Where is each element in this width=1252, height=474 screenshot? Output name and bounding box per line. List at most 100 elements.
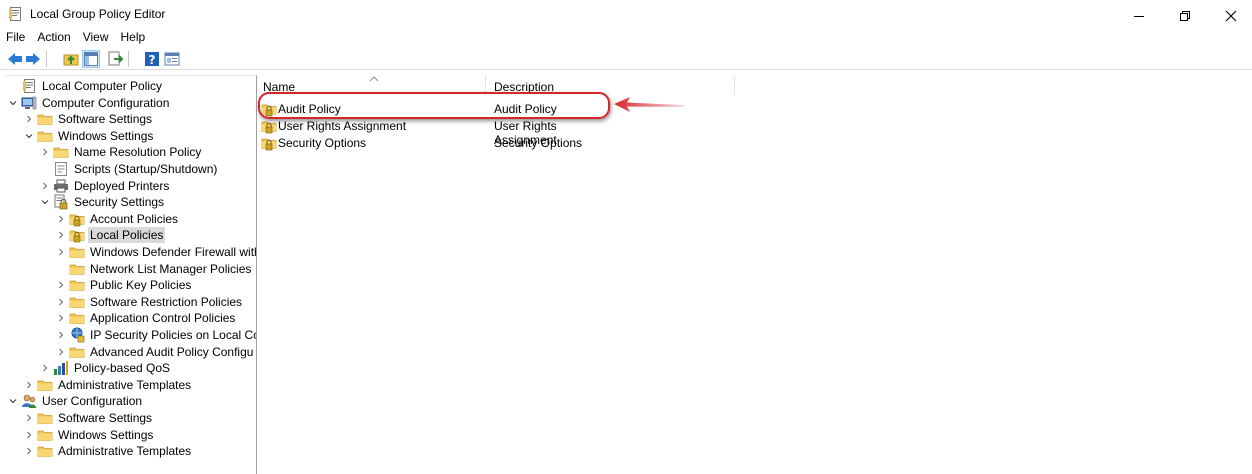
computer-icon [21,95,37,111]
properties-button[interactable] [163,50,181,68]
show-hide-tree-icon [84,52,98,66]
column-divider[interactable] [734,75,735,95]
tree-item-ip-security-policies-on-local-co[interactable]: IP Security Policies on Local Co [55,327,256,343]
chevron-right-icon[interactable] [55,294,67,310]
console-tree[interactable]: Local Computer Policy Computer Configurat… [5,75,257,474]
chevron-down-icon[interactable] [23,128,35,144]
tree-item-local-policies[interactable]: Local Policies [55,227,166,244]
folder-icon [37,443,53,459]
tree-item-deployed-printers[interactable]: Deployed Printers [39,178,171,194]
locked-folder-icon [69,211,85,227]
tree-item-software-settings[interactable]: Software Settings [23,111,154,127]
help-button[interactable]: ? [143,50,161,68]
tree-item-label: User Configuration [42,394,143,409]
list-item-name: User Rights Assignment [278,119,407,133]
chevron-right-icon[interactable] [23,377,35,393]
chevron-down-icon[interactable] [7,95,19,111]
chevron-right-icon[interactable] [55,211,67,227]
printer-icon [53,178,69,194]
restore-button[interactable] [1162,0,1208,30]
tree-item-network-list-manager-policies[interactable]: Network List Manager Policies [55,261,253,277]
list-item-security-options[interactable]: Security Options Security Options [259,134,619,151]
tree-item-windows-settings[interactable]: Windows Settings [23,427,155,443]
tree-item-advanced-audit-policy-configu[interactable]: Advanced Audit Policy Configu [55,344,255,360]
up-one-level-button[interactable] [62,50,80,68]
no-expander [7,78,19,94]
back-button[interactable] [6,50,24,68]
tree-item-account-policies[interactable]: Account Policies [55,211,180,227]
folder-icon [69,244,85,260]
chevron-right-icon[interactable] [55,344,67,360]
tree-item-windows-defender-firewall-with[interactable]: Windows Defender Firewall with [55,244,257,260]
tree-item-software-restriction-policies[interactable]: Software Restriction Policies [55,294,244,310]
menu-view[interactable]: View [77,28,115,46]
tree-item-administrative-templates[interactable]: Administrative Templates [23,443,193,459]
users-icon [21,393,37,409]
window-title: Local Group Policy Editor [30,7,166,21]
tree-item-security-settings[interactable]: Security Settings [39,194,166,210]
forward-arrow-icon [26,53,40,65]
minimize-button[interactable] [1116,0,1162,30]
tree-item-label: Administrative Templates [58,444,192,459]
tree-item-name-resolution-policy[interactable]: Name Resolution Policy [39,144,203,160]
column-header-name[interactable]: Name [263,75,295,94]
tree-item-label: Name Resolution Policy [74,145,202,160]
column-header-description[interactable]: Description [494,75,554,94]
chevron-right-icon[interactable] [23,410,35,426]
menu-file[interactable]: File [0,28,31,46]
app-icon [9,7,23,24]
locked-folder-icon [261,135,277,154]
tree-item-public-key-policies[interactable]: Public Key Policies [55,277,193,293]
chevron-right-icon[interactable] [55,244,67,260]
tree-item-label: Advanced Audit Policy Configu [90,344,254,359]
tree-item-computer-configuration[interactable]: Computer Configuration [7,95,171,111]
details-pane[interactable]: Name Description Audit Policy Audit Polic… [259,75,1252,474]
chevron-right-icon[interactable] [55,327,67,343]
properties-icon [164,52,180,66]
list-item-name: Security Options [278,136,367,150]
chevron-right-icon[interactable] [23,427,35,443]
chevron-right-icon[interactable] [55,227,67,243]
chevron-right-icon[interactable] [23,111,35,127]
close-button[interactable] [1208,0,1252,30]
tree-item-label: Administrative Templates [58,377,192,392]
sort-ascending-icon [369,76,379,82]
tree-item-software-settings[interactable]: Software Settings [23,410,154,426]
annotation-arrow-icon [614,97,684,112]
chevron-right-icon[interactable] [55,277,67,293]
close-icon [1225,10,1237,22]
chevron-right-icon[interactable] [39,178,51,194]
script-icon [53,161,69,177]
tree-item-label: Scripts (Startup/Shutdown) [74,162,218,176]
tree-item-application-control-policies[interactable]: Application Control Policies [55,310,237,326]
tree-item-user-configuration[interactable]: User Configuration [7,393,144,409]
tree-item-policy-based-qos[interactable]: Policy-based QoS [39,360,172,376]
tree-item-label: Local Computer Policy [42,79,163,93]
forward-button[interactable] [24,50,42,68]
ip-security-icon [69,327,85,343]
tree-item-windows-settings[interactable]: Windows Settings [23,128,155,144]
chevron-right-icon[interactable] [55,310,67,326]
toolbar: ? [0,48,1252,70]
menu-help[interactable]: Help [115,28,152,46]
tree-item-label: Deployed Printers [74,178,170,193]
menu-action[interactable]: Action [31,28,76,46]
chevron-down-icon[interactable] [39,194,51,210]
tree-item-label: Windows Defender Firewall with [90,245,257,259]
tree-item-label: Application Control Policies [90,311,236,326]
chevron-right-icon[interactable] [39,360,51,376]
minimize-icon [1134,16,1144,17]
tree-item-label: Security Settings [74,195,165,210]
tree-item-scripts-startup-shutdown[interactable]: Scripts (Startup/Shutdown) [39,161,219,177]
chevron-right-icon[interactable] [39,144,51,160]
list-item-user-rights-assignment[interactable]: User Rights Assignment User Rights Assign… [259,117,619,147]
chevron-down-icon[interactable] [7,393,19,409]
tree-item-label: Local Policies [88,227,166,244]
export-list-button[interactable] [106,50,124,68]
tree-item-label: Computer Configuration [42,95,170,110]
show-hide-tree-button[interactable] [82,50,100,68]
tree-item-local-computer-policy[interactable]: Local Computer Policy [7,78,164,94]
tree-item-administrative-templates[interactable]: Administrative Templates [23,377,193,393]
folder-icon [53,144,69,160]
chevron-right-icon[interactable] [23,443,35,459]
